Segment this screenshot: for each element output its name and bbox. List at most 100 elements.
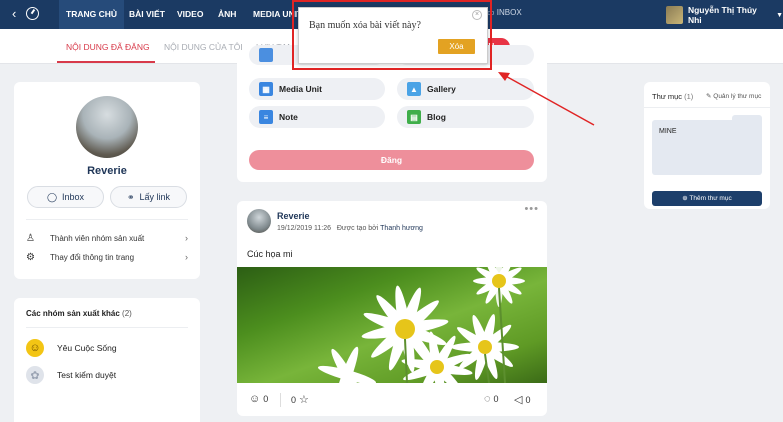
inbox-button[interactable]: ◯ Inbox	[27, 186, 104, 208]
profile-avatar	[76, 96, 138, 158]
more-options-icon[interactable]: •••	[524, 203, 539, 215]
gallery-label: Gallery	[427, 84, 456, 94]
reaction-button[interactable]: ☺ 0	[249, 393, 268, 405]
gallery-icon: ▲	[407, 82, 421, 96]
manage-folders-label: Quản lý thư mục	[713, 93, 762, 100]
star-count: 0	[291, 394, 297, 405]
member-group-row[interactable]: ♙ Thành viên nhóm sản xuất ›	[26, 231, 188, 245]
upload-icon	[259, 48, 273, 62]
nav-inbox[interactable]: ▭ INBOX	[487, 8, 522, 17]
close-icon[interactable]: ×	[472, 10, 482, 20]
post-caption: Cúc họa mi	[247, 249, 293, 259]
link-icon: ⚭	[126, 191, 135, 202]
created-by-label: Được tạo bởi	[336, 225, 379, 232]
user-avatar	[666, 6, 683, 24]
profile-name: Reverie	[87, 165, 127, 177]
group-name: Test kiểm duyệt	[57, 370, 117, 380]
post-meta: 19/12/2019 11:26 Được tạo bởi Thanh hươn…	[277, 225, 423, 232]
user-menu[interactable]: Nguyễn Thị Thúy Nhi ▼	[666, 5, 783, 25]
other-groups-card: Các nhóm sản xuất khác (2) ☺ Yêu Cuộc Số…	[14, 298, 200, 422]
active-tab-underline	[57, 61, 155, 63]
star-button[interactable]: 0 ☆	[291, 393, 312, 406]
gear-icon: ⚙	[26, 251, 35, 263]
manage-folders-link[interactable]: ✎ Quản lý thư mục	[706, 92, 761, 100]
back-chevron-icon[interactable]: ‹	[12, 7, 16, 20]
group-item[interactable]: ✿ Test kiểm duyệt	[26, 366, 116, 384]
dashboard-gauge-icon[interactable]	[26, 7, 39, 20]
add-folder-button[interactable]: ⊕ Thêm thư mục	[652, 191, 762, 206]
nav-video[interactable]: VIDEO	[170, 0, 210, 29]
folder-count: (1)	[684, 92, 694, 101]
media-unit-icon: ▦	[259, 82, 273, 96]
media-unit-label: Media Unit	[279, 84, 322, 94]
nav-anh[interactable]: ẢNH	[211, 0, 243, 29]
reaction-count: 0	[263, 394, 269, 404]
star-icon: ☆	[299, 394, 309, 406]
member-group-label: Thành viên nhóm sản xuất	[50, 233, 145, 243]
note-label: Note	[279, 112, 298, 122]
default-group-avatar-icon: ✿	[26, 366, 44, 384]
daisy-photo	[317, 267, 525, 383]
get-link-button-label: Lấy link	[139, 192, 171, 202]
user-name: Nguyễn Thị Thúy Nhi	[687, 5, 757, 25]
post-actions: ☺ 0 0 ☆ ◌ 0 ◁ 0	[237, 383, 547, 416]
share-icon: ◁	[514, 394, 523, 406]
nav-trang-chu[interactable]: TRANG CHỦ	[59, 0, 124, 29]
folder-item-label: MINE	[659, 128, 677, 135]
blog-chip[interactable]: ▤ Blog	[397, 106, 534, 128]
inbox-icon: ▭	[487, 8, 497, 17]
add-folder-label: Thêm thư mục	[689, 195, 732, 202]
folder-card: Thư mục (1) ✎ Quản lý thư mục MINE ⊕ Thê…	[644, 82, 770, 209]
blog-label: Blog	[427, 112, 446, 122]
note-chip[interactable]: ≡ Note	[249, 106, 385, 128]
delete-confirm-dialog: Bạn muốn xóa bài viết này? × Xóa	[298, 7, 488, 64]
page-settings-label: Thay đổi thông tin trang	[50, 252, 135, 262]
divider	[644, 107, 770, 108]
post-date: 19/12/2019 11:26	[277, 225, 331, 232]
note-icon: ≡	[259, 110, 273, 124]
smiley-icon: ☺	[249, 393, 261, 405]
other-groups-title-text: Các nhóm sản xuất khác	[26, 309, 120, 318]
post-submit-button[interactable]: Đăng	[249, 150, 534, 170]
divider	[280, 393, 281, 407]
divider	[26, 219, 188, 220]
media-unit-chip[interactable]: ▦ Media Unit	[249, 78, 385, 100]
dialog-message: Bạn muốn xóa bài viết này?	[309, 20, 421, 31]
comment-icon: ◌	[484, 393, 491, 405]
page-settings-row[interactable]: ⚙ Thay đổi thông tin trang ›	[26, 250, 188, 264]
comment-count: 0	[493, 394, 499, 404]
chevron-down-icon: ▼	[776, 11, 783, 19]
tab-my-content[interactable]: NỘI DUNG CỦA TÔI	[164, 42, 243, 52]
folder-title-text: Thư mục	[652, 92, 683, 101]
folder-item-mine[interactable]: MINE	[652, 115, 762, 175]
group-item[interactable]: ☺ Yêu Cuộc Sống	[26, 339, 117, 357]
other-groups-title: Các nhóm sản xuất khác (2)	[26, 309, 132, 318]
tab-published[interactable]: NỘI DUNG ĐÃ ĐĂNG	[66, 42, 150, 52]
gallery-chip[interactable]: ▲ Gallery	[397, 78, 534, 100]
post-author-name[interactable]: Reverie	[277, 211, 310, 221]
inbox-button-label: Inbox	[62, 192, 85, 202]
chevron-right-icon: ›	[185, 233, 188, 243]
profile-card: Reverie ◯ Inbox ⚭ Lấy link ♙ Thành viên …	[14, 82, 200, 279]
person-icon: ♙	[26, 232, 35, 244]
get-link-button[interactable]: ⚭ Lấy link	[110, 186, 187, 208]
share-count: 0	[525, 394, 531, 405]
other-groups-count: (2)	[122, 309, 132, 318]
folder-title: Thư mục (1)	[652, 92, 693, 101]
group-name: Yêu Cuộc Sống	[57, 343, 117, 353]
feed-post: Reverie 19/12/2019 11:26 Được tạo bởi Th…	[237, 201, 547, 416]
post-image[interactable]	[237, 267, 547, 383]
comment-button[interactable]: ◌ 0	[484, 393, 499, 405]
chevron-right-icon: ›	[185, 252, 188, 262]
divider	[26, 327, 188, 328]
nav-bai-viet[interactable]: BÀI VIẾT	[122, 0, 172, 29]
created-by-name[interactable]: Thanh hương	[380, 225, 423, 232]
nav-inbox-label: INBOX	[496, 8, 522, 17]
blog-icon: ▤	[407, 110, 421, 124]
confirm-delete-button[interactable]: Xóa	[438, 39, 475, 54]
chat-bubble-icon: ◯	[46, 191, 58, 202]
pencil-icon: ✎	[706, 93, 712, 100]
smiley-avatar-icon: ☺	[26, 339, 44, 357]
post-author-avatar[interactable]	[247, 209, 271, 233]
share-button[interactable]: ◁ 0	[514, 393, 530, 406]
